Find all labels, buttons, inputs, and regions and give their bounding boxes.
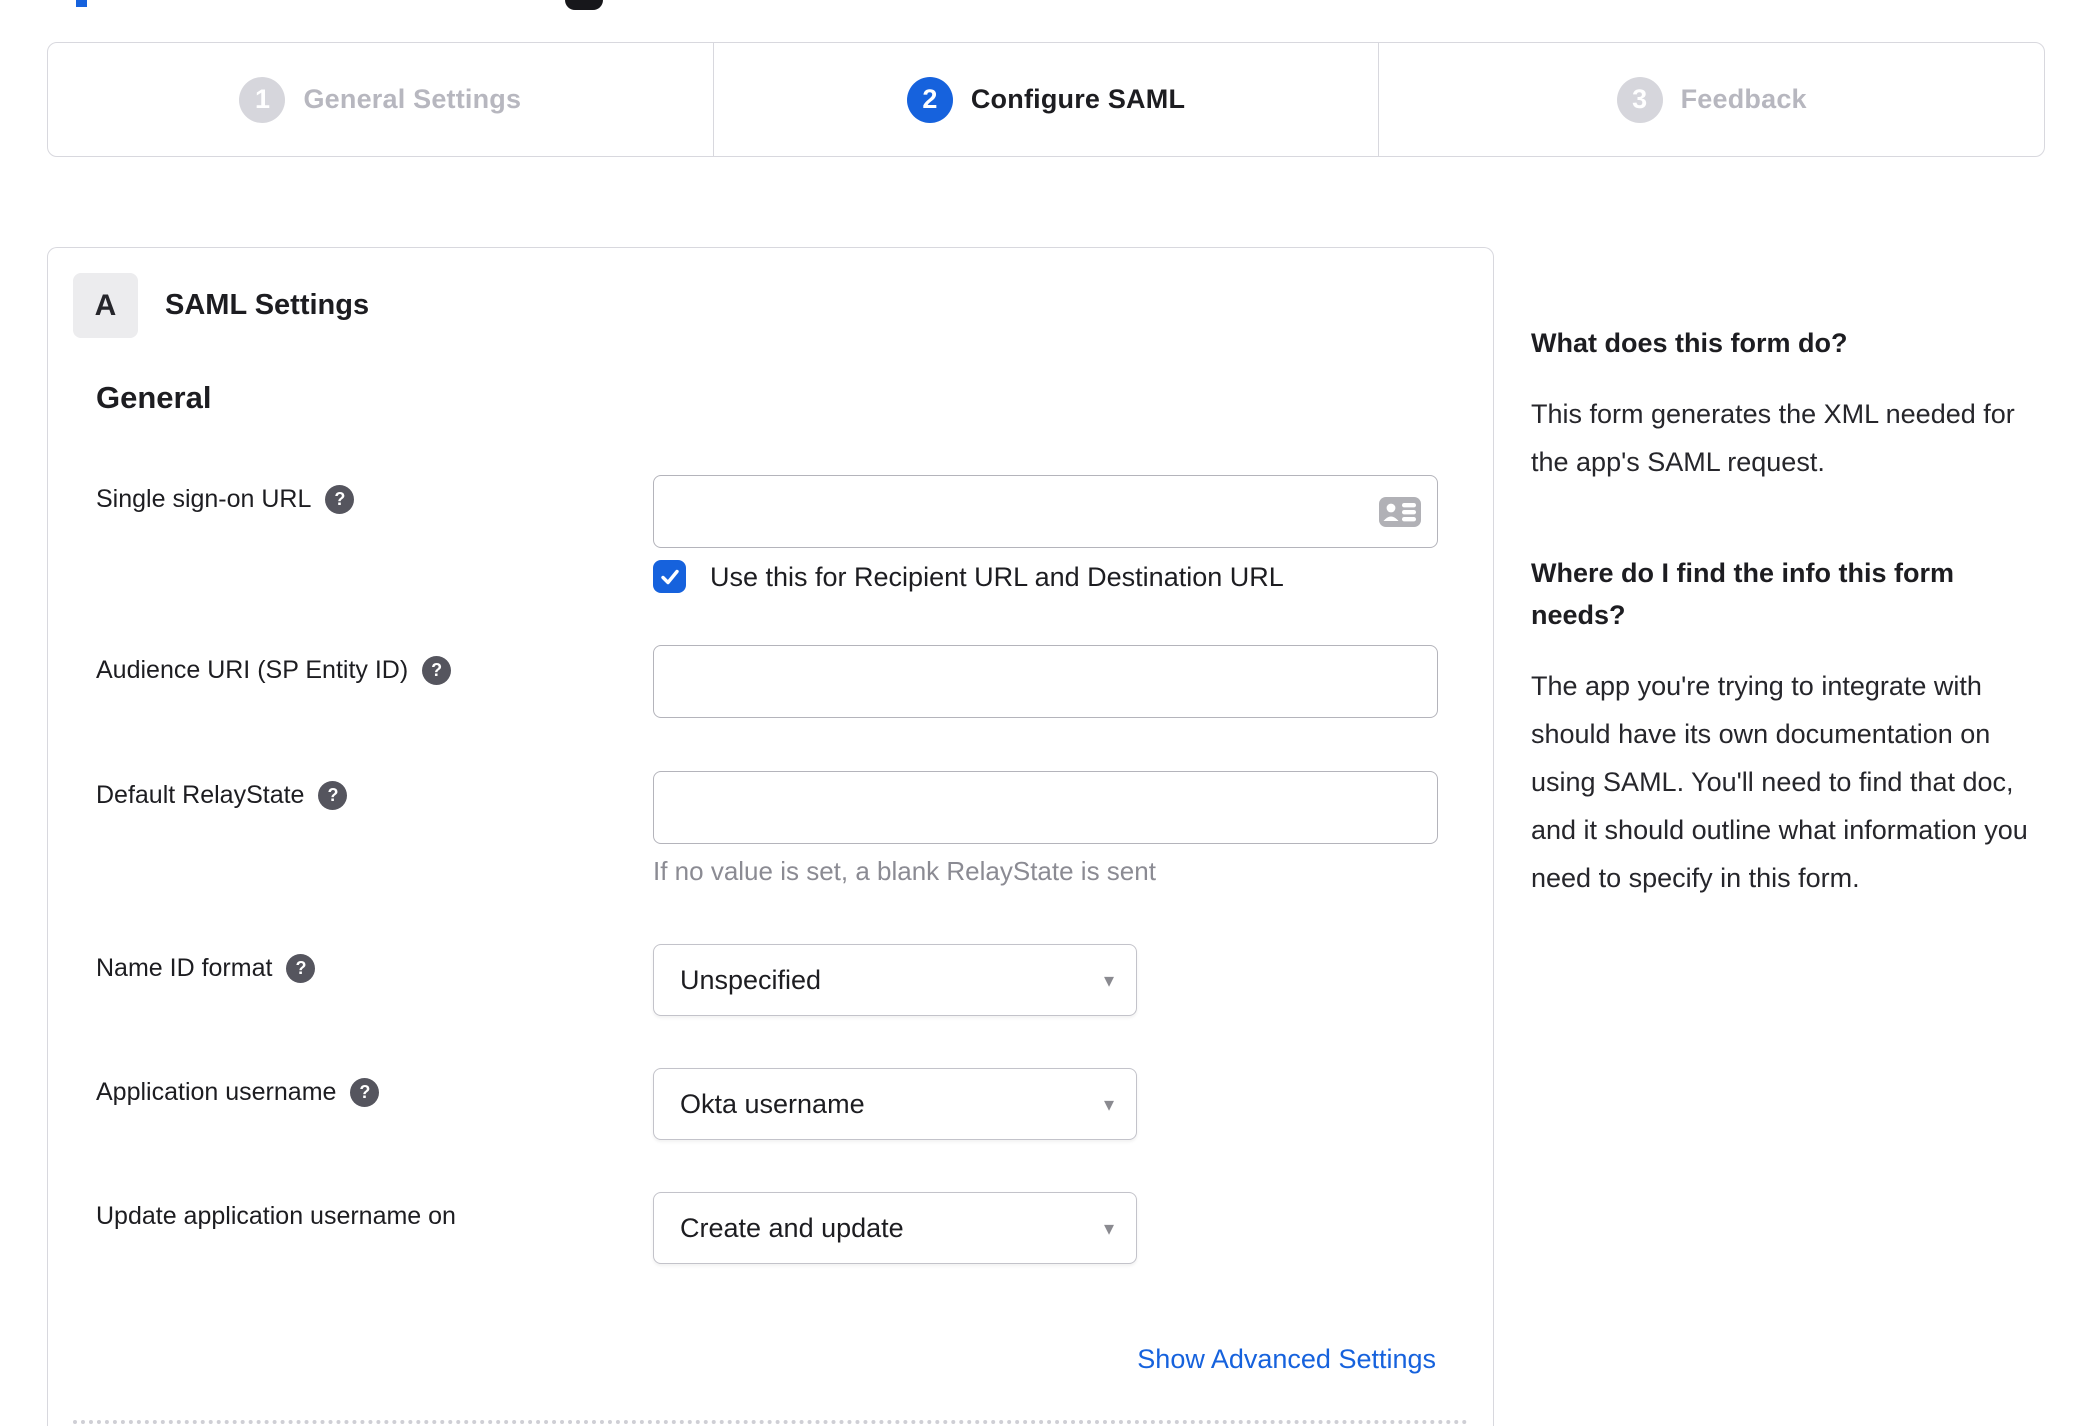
saml-settings-panel: A SAML Settings General Single sign-on U… <box>47 247 1494 1426</box>
update-username-value: Create and update <box>680 1212 904 1243</box>
sidebar-question-1: What does this form do? <box>1531 328 1848 358</box>
nameid-format-label-text: Name ID format <box>96 954 273 982</box>
chevron-down-icon: ▾ <box>1103 1093 1114 1116</box>
help-icon[interactable]: ? <box>422 656 452 685</box>
relaystate-hint: If no value is set, a blank RelayState i… <box>653 856 1156 886</box>
nameid-format-value: Unspecified <box>680 964 822 995</box>
step-number-badge: 1 <box>239 76 286 123</box>
update-username-label-text: Update application username on <box>96 1202 456 1230</box>
nameid-format-label: Name ID format ? <box>96 954 316 983</box>
general-section-title: General <box>96 380 212 415</box>
app-username-select[interactable]: Okta username ▾ <box>653 1068 1137 1140</box>
help-icon[interactable]: ? <box>350 1078 380 1107</box>
step-number-badge: 3 <box>1616 76 1663 123</box>
nameid-format-select[interactable]: Unspecified ▾ <box>653 944 1137 1016</box>
relaystate-input[interactable] <box>653 771 1438 844</box>
cutoff-logo-fragment <box>76 0 87 7</box>
help-sidebar: What does this form do? This form genera… <box>1531 322 2046 902</box>
audience-uri-label-text: Audience URI (SP Entity ID) <box>96 656 409 684</box>
update-username-select[interactable]: Create and update ▾ <box>653 1192 1137 1264</box>
sidebar-answer-2: The app you're trying to integrate with … <box>1531 671 2028 893</box>
sso-url-label-text: Single sign-on URL <box>96 485 312 513</box>
help-icon[interactable]: ? <box>286 954 316 983</box>
section-divider <box>73 1420 1468 1424</box>
update-username-label: Update application username on <box>96 1202 456 1231</box>
step-configure-saml[interactable]: 2 Configure SAML <box>712 43 1379 156</box>
relaystate-label: Default RelayState ? <box>96 781 348 810</box>
step-number-badge: 2 <box>906 76 953 123</box>
sso-url-input[interactable] <box>653 475 1438 548</box>
app-username-label-text: Application username <box>96 1078 337 1106</box>
step-label: Configure SAML <box>970 84 1186 114</box>
checkmark-icon <box>660 569 679 584</box>
app-username-value: Okta username <box>680 1088 865 1119</box>
relaystate-label-text: Default RelayState <box>96 781 305 809</box>
app-username-label: Application username ? <box>96 1078 380 1107</box>
section-a-badge: A <box>73 273 138 338</box>
help-icon[interactable]: ? <box>318 781 348 810</box>
step-label: General Settings <box>303 84 522 114</box>
chevron-down-icon: ▾ <box>1103 969 1114 992</box>
step-feedback[interactable]: 3 Feedback <box>1378 43 2044 156</box>
recipient-url-checkbox-label: Use this for Recipient URL and Destinati… <box>710 562 1284 592</box>
chevron-down-icon: ▾ <box>1103 1217 1114 1240</box>
show-advanced-settings-link[interactable]: Show Advanced Settings <box>1137 1344 1436 1375</box>
recipient-url-checkbox[interactable] <box>653 560 686 593</box>
contact-card-icon <box>1379 497 1421 527</box>
panel-title: SAML Settings <box>165 289 370 321</box>
wizard-stepper: 1 General Settings 2 Configure SAML 3 Fe… <box>47 42 2045 157</box>
sidebar-answer-1: This form generates the XML needed for t… <box>1531 399 2015 477</box>
step-label: Feedback <box>1680 84 1807 114</box>
help-icon[interactable]: ? <box>325 485 355 514</box>
sidebar-question-2: Where do I find the info this form needs… <box>1531 558 1954 630</box>
step-general-settings[interactable]: 1 General Settings <box>48 43 713 156</box>
audience-uri-label: Audience URI (SP Entity ID) ? <box>96 656 452 685</box>
sso-url-label: Single sign-on URL ? <box>96 485 355 514</box>
cutoff-icon-fragment <box>565 0 603 10</box>
audience-uri-input[interactable] <box>653 645 1438 718</box>
